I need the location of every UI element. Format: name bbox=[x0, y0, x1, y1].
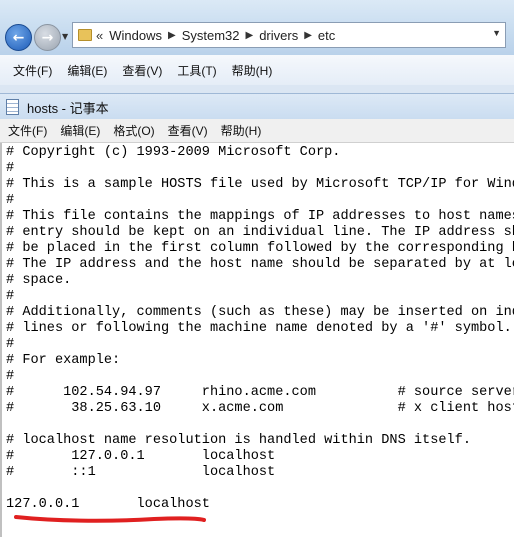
text-line: # Copyright (c) 1993-2009 Microsoft Corp… bbox=[6, 145, 341, 160]
text-line: # 127.0.0.1 localhost bbox=[6, 449, 276, 464]
window-title: hosts - 记事本 bbox=[27, 100, 109, 116]
chevron-right-icon[interactable]: ▶ bbox=[304, 30, 312, 41]
address-bar[interactable]: « Windows ▶ System32 ▶ drivers ▶ etc ▼ bbox=[72, 22, 506, 48]
text-line: # 38.25.63.10 x.acme.com # x client host bbox=[6, 401, 514, 416]
hosts-file-content[interactable]: # Copyright (c) 1993-2009 Microsoft Corp… bbox=[2, 143, 514, 513]
back-button[interactable]: ← bbox=[5, 24, 32, 51]
explorer-menu-edit[interactable]: 编辑(E) bbox=[67, 62, 107, 79]
text-line: # entry should be kept on an individual … bbox=[6, 225, 514, 240]
notepad-menu-help[interactable]: 帮助(H) bbox=[221, 122, 262, 139]
text-line: # bbox=[6, 289, 15, 304]
notepad-title-bar[interactable]: hosts - 记事本 bbox=[0, 93, 514, 120]
folder-icon bbox=[78, 29, 92, 41]
explorer-toolbar bbox=[0, 85, 514, 93]
explorer-menu-bar: 文件(F) 编辑(E) 查看(V) 工具(T) 帮助(H) bbox=[0, 55, 514, 85]
text-editor[interactable]: # Copyright (c) 1993-2009 Microsoft Corp… bbox=[0, 143, 514, 537]
chevron-right-icon[interactable]: ▶ bbox=[168, 30, 176, 41]
text-line: # ::1 localhost bbox=[6, 465, 276, 480]
text-line: # The IP address and the host name shoul… bbox=[6, 257, 514, 272]
localhost-entry-line: 127.0.0.1 localhost bbox=[6, 497, 210, 512]
text-line: # bbox=[6, 369, 15, 384]
breadcrumb-item-etc[interactable]: etc bbox=[318, 28, 335, 43]
address-dropdown-icon[interactable]: ▼ bbox=[492, 28, 501, 38]
text-line: # bbox=[6, 161, 15, 176]
breadcrumb-item-drivers[interactable]: drivers bbox=[259, 28, 298, 43]
notepad-menu-edit[interactable]: 编辑(E) bbox=[60, 122, 100, 139]
explorer-menu-file[interactable]: 文件(F) bbox=[13, 62, 52, 79]
notepad-menu-format[interactable]: 格式(O) bbox=[113, 122, 154, 139]
text-line: # This file contains the mappings of IP … bbox=[6, 209, 514, 224]
red-underline-annotation bbox=[14, 515, 206, 523]
text-line: # For example: bbox=[6, 353, 121, 368]
text-line: # 102.54.94.97 rhino.acme.com # source s… bbox=[6, 385, 514, 400]
notepad-menu-view[interactable]: 查看(V) bbox=[168, 122, 208, 139]
text-line: # This is a sample HOSTS file used by Mi… bbox=[6, 177, 514, 192]
notepad-menu-file[interactable]: 文件(F) bbox=[8, 122, 47, 139]
text-line: # space. bbox=[6, 273, 72, 288]
explorer-menu-view[interactable]: 查看(V) bbox=[122, 62, 162, 79]
arrow-left-icon: ← bbox=[12, 29, 25, 46]
breadcrumb-overflow[interactable]: « bbox=[96, 28, 103, 43]
forward-button[interactable]: → bbox=[34, 24, 61, 51]
recent-pages-dropdown-icon[interactable]: ▼ bbox=[62, 32, 68, 41]
explorer-menu-tools[interactable]: 工具(T) bbox=[177, 62, 216, 79]
text-line: # bbox=[6, 193, 15, 208]
breadcrumb-item-windows[interactable]: Windows bbox=[109, 28, 162, 43]
explorer-menu-help[interactable]: 帮助(H) bbox=[232, 62, 273, 79]
text-line: # bbox=[6, 337, 15, 352]
explorer-navigation-bar: ← → ▼ « Windows ▶ System32 ▶ drivers ▶ e… bbox=[0, 0, 514, 55]
chevron-right-icon[interactable]: ▶ bbox=[246, 30, 254, 41]
text-line: # be placed in the first column followed… bbox=[6, 241, 514, 256]
text-line: # Additionally, comments (such as these)… bbox=[6, 305, 514, 320]
text-line: # lines or following the machine name de… bbox=[6, 321, 512, 336]
text-line: # localhost name resolution is handled w… bbox=[6, 433, 471, 448]
breadcrumb-item-system32[interactable]: System32 bbox=[182, 28, 240, 43]
notepad-icon bbox=[6, 99, 19, 115]
arrow-right-icon: → bbox=[41, 29, 54, 46]
notepad-menu-bar: 文件(F) 编辑(E) 格式(O) 查看(V) 帮助(H) bbox=[0, 119, 514, 143]
